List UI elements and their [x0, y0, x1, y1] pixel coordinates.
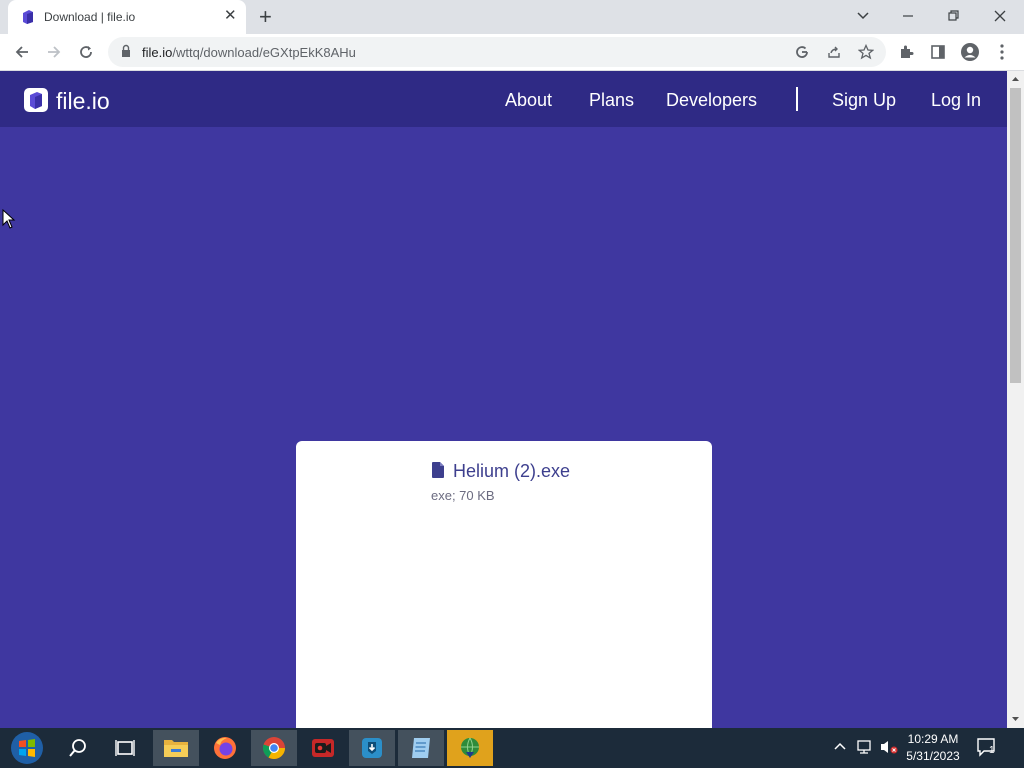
firefox-button[interactable]: [202, 730, 248, 766]
browser-toolbar: file.io/wttq/download/eGXtpEkK8AHu: [0, 34, 1024, 71]
windows-logo-icon: [11, 732, 43, 764]
bookmark-star-icon[interactable]: [854, 40, 878, 64]
forward-icon[interactable]: [42, 40, 66, 64]
search-icon: [69, 739, 86, 757]
search-button[interactable]: [55, 730, 101, 766]
network-icon[interactable]: [856, 739, 874, 758]
site-navbar: file.io About Plans Developers Sign Up L…: [0, 71, 1007, 127]
recorder-button[interactable]: [300, 730, 346, 766]
minimize-icon[interactable]: [888, 4, 928, 28]
browser-tab-strip: Download | file.io ✕ +: [0, 0, 1024, 34]
file-name-link[interactable]: Helium (2).exe: [453, 461, 570, 482]
nav-divider: [796, 87, 798, 111]
volume-muted-icon[interactable]: [879, 739, 899, 758]
scrollbar-thumb[interactable]: [1010, 88, 1021, 383]
address-bar[interactable]: file.io/wttq/download/eGXtpEkK8AHu: [108, 37, 886, 67]
windows-taskbar: 10:29 AM 5/31/2023 1: [0, 728, 1024, 768]
tab-search-icon[interactable]: [843, 4, 883, 28]
task-view-button[interactable]: [102, 730, 148, 766]
file-explorer-icon: [164, 740, 188, 757]
firefox-icon: [214, 737, 236, 759]
restore-icon[interactable]: [934, 4, 974, 28]
url-text: file.io/wttq/download/eGXtpEkK8AHu: [142, 45, 356, 60]
download-manager-button[interactable]: [447, 730, 493, 766]
page-content: file.io About Plans Developers Sign Up L…: [0, 71, 1007, 728]
nav-plans-link[interactable]: Plans: [589, 90, 634, 110]
screen-recorder-icon: [312, 739, 334, 757]
extensions-icon[interactable]: [894, 40, 918, 64]
notification-count: 1: [989, 745, 995, 756]
notepad-icon: [412, 738, 430, 758]
reload-icon[interactable]: [74, 40, 98, 64]
download-card: Helium (2).exe exe; 70 KB: [296, 441, 712, 728]
file-icon: [432, 462, 444, 478]
menu-kebab-icon[interactable]: [990, 40, 1014, 64]
nav-developers-link[interactable]: Developers: [666, 90, 757, 110]
start-button[interactable]: [4, 730, 50, 766]
back-icon[interactable]: [10, 40, 34, 64]
file-explorer-button[interactable]: [153, 730, 199, 766]
nav-signup-link[interactable]: Sign Up: [832, 90, 896, 110]
clock-time: 10:29 AM: [907, 732, 959, 746]
logo-mark-icon: [24, 88, 48, 112]
task-view-icon: [115, 740, 135, 756]
window-close-icon[interactable]: [980, 4, 1020, 28]
lock-icon: [122, 44, 130, 57]
file-meta: exe; 70 KB: [431, 488, 495, 503]
page-scrollbar[interactable]: [1007, 71, 1024, 728]
action-center-icon[interactable]: 1: [976, 737, 998, 760]
logo-text: file.io: [56, 88, 110, 114]
mouse-pointer-icon: [2, 209, 16, 229]
tray-overflow-icon[interactable]: [833, 739, 847, 756]
clock-date: 5/31/2023: [906, 749, 960, 763]
new-tab-button[interactable]: +: [259, 4, 272, 30]
globe-download-icon: [461, 737, 479, 758]
chrome-button[interactable]: [251, 730, 297, 766]
nav-about-link[interactable]: About: [505, 90, 552, 110]
scroll-up-icon[interactable]: [1007, 74, 1024, 84]
url-host: file.io: [142, 45, 173, 60]
installer-app-button[interactable]: [349, 730, 395, 766]
tab-title: Download | file.io: [44, 10, 136, 24]
side-panel-icon[interactable]: [926, 40, 950, 64]
google-lens-icon[interactable]: [790, 40, 814, 64]
chrome-icon: [262, 737, 285, 759]
system-clock[interactable]: 10:29 AM 5/31/2023: [903, 731, 963, 765]
notepad-button[interactable]: [398, 730, 444, 766]
profile-avatar-icon[interactable]: [958, 40, 982, 64]
tab-close-icon[interactable]: ✕: [224, 7, 237, 25]
browser-tab[interactable]: Download | file.io ✕: [8, 0, 246, 34]
scroll-down-icon[interactable]: [1007, 714, 1024, 724]
installer-app-icon: [362, 738, 382, 758]
url-path: /wttq/download/eGXtpEkK8AHu: [172, 45, 356, 60]
fileio-favicon-icon: [23, 10, 33, 24]
nav-login-link[interactable]: Log In: [931, 90, 981, 110]
share-icon[interactable]: [822, 40, 846, 64]
